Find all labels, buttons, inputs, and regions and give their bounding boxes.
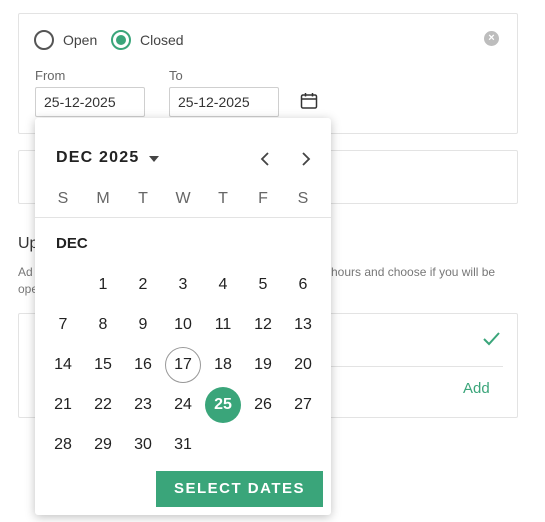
weekday-label: T — [218, 190, 228, 207]
day-cell[interactable]: 3 — [165, 267, 201, 303]
weekday-label: S — [57, 190, 69, 207]
weekday-label: T — [138, 190, 148, 207]
section-desc-line1: Ad — [18, 265, 33, 279]
day-cell[interactable]: 4 — [205, 267, 241, 303]
day-cell[interactable]: 18 — [205, 347, 241, 383]
to-label: To — [169, 68, 183, 83]
chevron-right-icon[interactable] — [298, 150, 314, 168]
day-cell[interactable]: 21 — [45, 387, 81, 423]
weekday-label: W — [175, 190, 191, 207]
day-cell-selected[interactable]: 25 — [205, 387, 241, 423]
month-label: DEC — [56, 235, 88, 252]
open-radio-circle[interactable] — [34, 30, 54, 50]
from-date-input[interactable]: 25-12-2025 — [35, 87, 145, 117]
open-radio-label: Open — [63, 32, 98, 48]
day-cell[interactable]: 5 — [245, 267, 281, 303]
weekday-label: S — [297, 190, 309, 207]
open-radio[interactable]: Open — [34, 30, 97, 50]
chevron-left-icon[interactable] — [257, 150, 273, 168]
closed-radio[interactable]: Closed — [111, 30, 184, 50]
to-date-input[interactable]: 25-12-2025 — [169, 87, 279, 117]
from-label: From — [35, 68, 66, 83]
day-cell[interactable]: 22 — [85, 387, 121, 423]
day-cell[interactable]: 27 — [285, 387, 321, 423]
day-cell[interactable]: 7 — [45, 307, 81, 343]
day-cell[interactable]: 16 — [125, 347, 161, 383]
day-cell[interactable]: 23 — [125, 387, 161, 423]
day-cell[interactable]: 8 — [85, 307, 121, 343]
clear-icon[interactable]: × — [484, 31, 499, 46]
day-cell[interactable]: 20 — [285, 347, 321, 383]
weekday-label: F — [258, 190, 268, 207]
day-cell[interactable]: 12 — [245, 307, 281, 343]
day-cell[interactable]: 28 — [45, 427, 81, 463]
weekday-label: M — [96, 190, 110, 207]
hours-divider — [329, 366, 503, 367]
caret-down-icon[interactable] — [149, 156, 159, 162]
day-cell[interactable]: 6 — [285, 267, 321, 303]
day-cell[interactable]: 10 — [165, 307, 201, 343]
day-cell[interactable]: 2 — [125, 267, 161, 303]
add-link[interactable]: Add — [463, 380, 490, 397]
day-cell[interactable]: 24 — [165, 387, 201, 423]
day-cell[interactable]: 26 — [245, 387, 281, 423]
day-cell[interactable]: 9 — [125, 307, 161, 343]
check-icon[interactable] — [481, 329, 501, 349]
select-dates-button[interactable]: SELECT DATES — [156, 471, 323, 507]
day-cell[interactable]: 29 — [85, 427, 121, 463]
day-cell[interactable]: 11 — [205, 307, 241, 343]
closed-radio-circle[interactable] — [111, 30, 131, 50]
day-cell[interactable]: 1 — [85, 267, 121, 303]
section-description-right: hours and choose if you will be — [331, 265, 496, 279]
day-cell[interactable]: 31 — [165, 427, 201, 463]
day-cell[interactable]: 14 — [45, 347, 81, 383]
day-cell[interactable]: 30 — [125, 427, 161, 463]
day-cell-today[interactable]: 17 — [165, 347, 201, 383]
day-cell[interactable]: 19 — [245, 347, 281, 383]
closed-radio-label: Closed — [140, 32, 184, 48]
weekday-divider — [35, 217, 331, 218]
date-picker-popup: DEC 2025 SMTWTFS DEC 1 2 3 4 5 6 7 8 9 10 11 12 13 14… — [35, 118, 331, 515]
day-cell[interactable]: 15 — [85, 347, 121, 383]
day-cell[interactable]: 13 — [285, 307, 321, 343]
calendar-icon[interactable] — [300, 92, 318, 110]
month-year-title[interactable]: DEC 2025 — [56, 149, 139, 167]
